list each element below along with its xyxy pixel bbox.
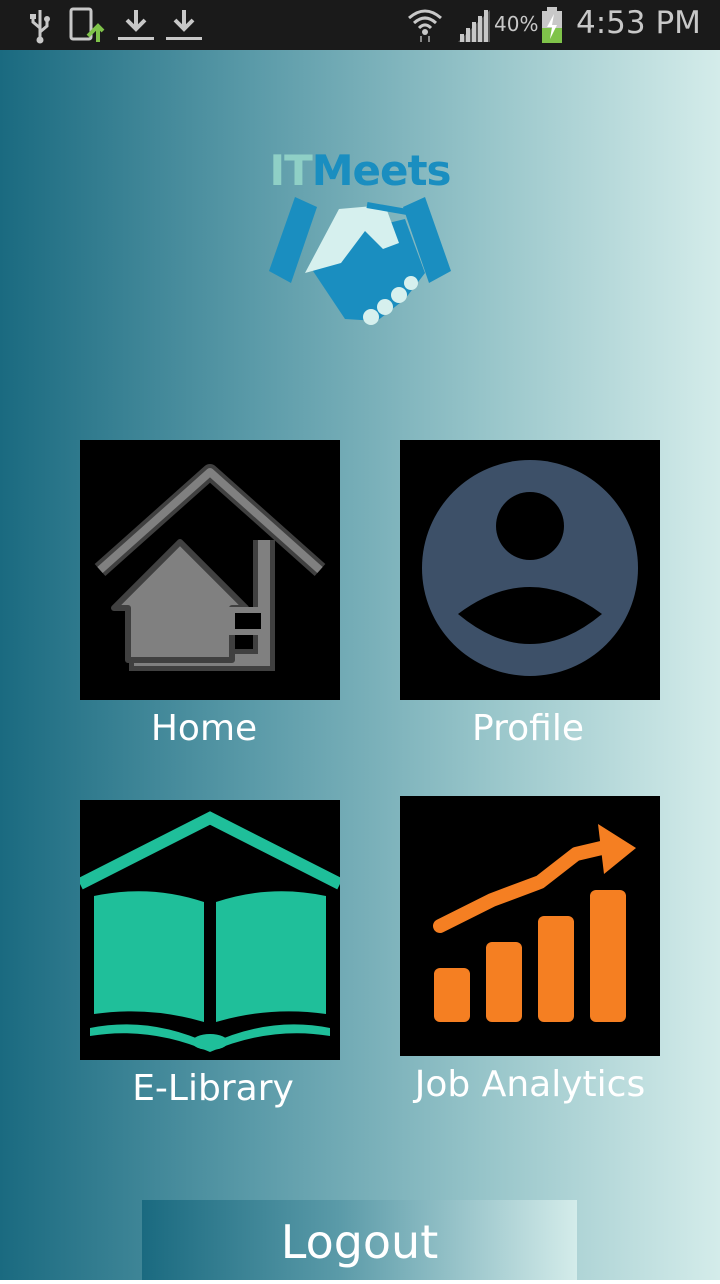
download-icon xyxy=(118,10,154,40)
home-label[interactable]: Home xyxy=(54,707,354,751)
profile-label[interactable]: Profile xyxy=(378,707,678,751)
download-icon xyxy=(166,10,202,40)
home-tile[interactable] xyxy=(80,440,340,700)
battery-charging-icon xyxy=(542,7,562,43)
elibrary-label[interactable]: E-Library xyxy=(63,1067,363,1111)
dashboard-screen: ITMeets Home Profile E-Library Job Analy… xyxy=(0,50,720,1280)
book-icon xyxy=(80,811,340,1052)
wifi-icon xyxy=(408,9,442,42)
home-icon xyxy=(94,464,326,671)
profile-tile[interactable] xyxy=(400,440,660,700)
job-analytics-label[interactable]: Job Analytics xyxy=(380,1063,680,1107)
signal-icon xyxy=(458,10,490,42)
battery-percent: 40% xyxy=(494,12,539,36)
usb-icon xyxy=(30,10,50,44)
elibrary-tile[interactable] xyxy=(80,800,340,1060)
profile-icon xyxy=(422,460,638,676)
app-logo: ITMeets xyxy=(255,145,465,345)
logo-text: ITMeets xyxy=(255,145,465,197)
growth-chart-icon xyxy=(433,824,636,1022)
status-bar: 40% 4:53 PM xyxy=(0,0,720,50)
handshake-icon xyxy=(269,197,451,325)
logout-button[interactable]: Logout xyxy=(142,1200,577,1280)
clock: 4:53 PM xyxy=(576,5,701,41)
logo-text-meets: Meets xyxy=(311,146,452,195)
logo-text-it: IT xyxy=(269,146,312,195)
job-analytics-tile[interactable] xyxy=(400,796,660,1056)
phone-update-icon xyxy=(69,7,105,42)
